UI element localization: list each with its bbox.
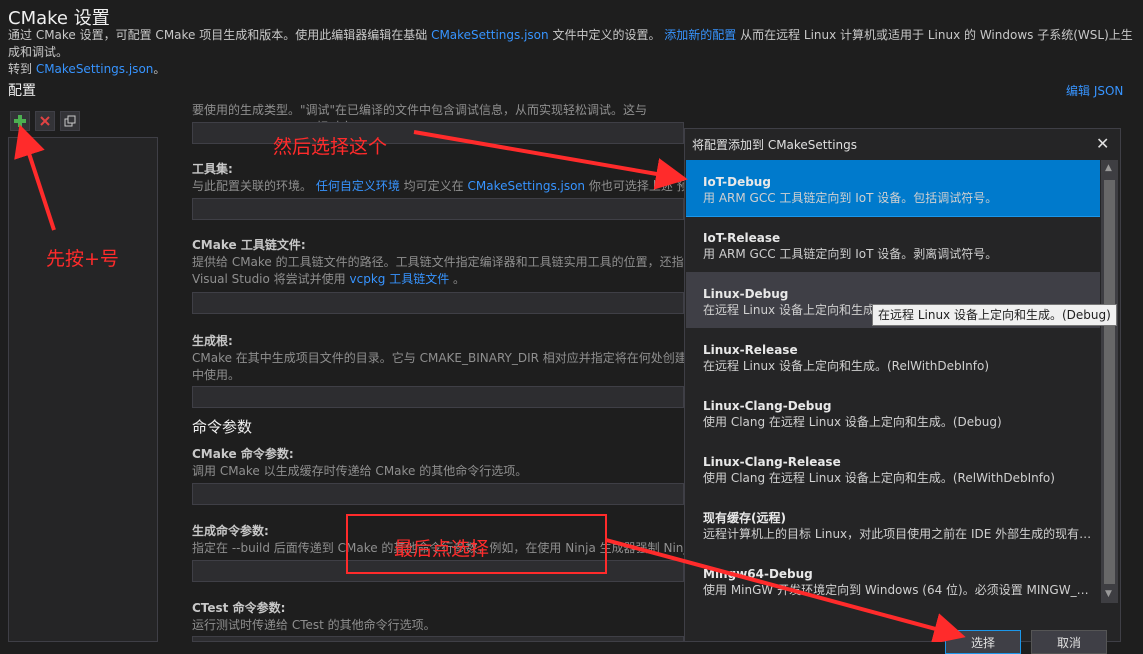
desc-text: 提供给 CMake 的工具链文件的路径。工具链文件指定编译器和工具链实用工具的位… bbox=[192, 255, 684, 269]
desc-text: 文件中定义的设置。 bbox=[548, 28, 665, 42]
item-name: Linux-Debug bbox=[703, 287, 789, 301]
item-name: Linux-Clang-Release bbox=[703, 455, 841, 469]
item-desc: 用 ARM GCC 工具链定向到 IoT 设备。剥离调试符号。 bbox=[703, 247, 998, 261]
annotation-step3: 最后点选择 bbox=[394, 538, 490, 560]
build-type-input[interactable] bbox=[192, 122, 684, 144]
item-desc: 用 ARM GCC 工具链定向到 IoT 设备。包括调试符号。 bbox=[703, 191, 998, 205]
add-config-button[interactable] bbox=[10, 111, 30, 131]
annotation-step1: 先按+号 bbox=[46, 248, 119, 270]
cmake-args-input[interactable] bbox=[192, 483, 684, 505]
item-name: Mingw64-Debug bbox=[703, 567, 813, 581]
ctest-args-label: CTest 命令参数: bbox=[192, 601, 286, 615]
select-button[interactable]: 选择 bbox=[945, 630, 1021, 654]
list-item-iot-debug[interactable]: IoT-Debug 用 ARM GCC 工具链定向到 IoT 设备。包括调试符号… bbox=[686, 160, 1100, 217]
command-args-section-title: 命令参数 bbox=[192, 418, 253, 436]
dialog-title: 将配置添加到 CMakeSettings bbox=[692, 138, 858, 152]
copy-icon bbox=[64, 115, 76, 127]
item-name: Linux-Clang-Debug bbox=[703, 399, 832, 413]
copy-config-button[interactable] bbox=[60, 111, 80, 131]
item-name: IoT-Debug bbox=[703, 175, 771, 189]
cmake-args-desc: 调用 CMake 以生成缓存时传递给 CMake 的其他命令行选项。 bbox=[192, 464, 528, 478]
item-name: Linux-Release bbox=[703, 343, 798, 357]
list-item-linux-clang-debug[interactable]: Linux-Clang-Debug 使用 Clang 在远程 Linux 设备上… bbox=[686, 384, 1100, 440]
desc-text: 均可定义在 bbox=[399, 179, 468, 193]
list-item-linux-release[interactable]: Linux-Release 在远程 Linux 设备上定向和生成。(RelWit… bbox=[686, 328, 1100, 384]
desc-text: 你也可选择上述 预 bbox=[585, 179, 684, 193]
desc-text: 。 bbox=[449, 272, 466, 286]
add-new-config-link[interactable]: 添加新的配置 bbox=[664, 28, 736, 42]
item-desc: 使用 Clang 在远程 Linux 设备上定向和生成。(RelWithDebI… bbox=[703, 471, 1055, 485]
item-desc: 使用 MinGW 开发环境定向到 Windows (64 位)。必须设置 MIN… bbox=[703, 583, 1093, 597]
item-name: 现有缓存(远程) bbox=[703, 511, 786, 525]
item-desc: 使用 Clang 在远程 Linux 设备上定向和生成。(Debug) bbox=[703, 415, 1002, 429]
item-desc: 在远程 Linux 设备上定向和生成。(RelWithDebInfo) bbox=[703, 359, 990, 373]
list-item-mingw64-debug[interactable]: Mingw64-Debug 使用 MinGW 开发环境定向到 Windows (… bbox=[686, 552, 1100, 603]
buildroot-input[interactable] bbox=[192, 386, 684, 408]
custom-env-link[interactable]: 任何自定义环境 bbox=[316, 179, 400, 193]
config-list[interactable] bbox=[8, 137, 158, 642]
item-name: IoT-Release bbox=[703, 231, 781, 245]
desc-text: 中使用。 bbox=[192, 368, 241, 382]
vcpkg-toolchain-link[interactable]: vcpkg 工具链文件 bbox=[350, 272, 450, 286]
delete-config-button[interactable] bbox=[35, 111, 55, 131]
toolchain-desc: 提供给 CMake 的工具链文件的路径。工具链文件指定编译器和工具链实用工具的位… bbox=[192, 254, 684, 288]
item-desc: 远程计算机上的目标 Linux，对此项目使用之前在 IDE 外部生成的现有缓存。 bbox=[703, 527, 1093, 541]
annotation-step2: 然后选择这个 bbox=[273, 136, 388, 158]
toolset-desc: 与此配置关联的环境。 任何自定义环境 均可定义在 CMakeSettings.j… bbox=[192, 178, 684, 195]
buildroot-label: 生成根: bbox=[192, 334, 233, 348]
scroll-up-icon[interactable]: ▲ bbox=[1105, 163, 1112, 173]
toolchain-input[interactable] bbox=[192, 292, 684, 314]
toolset-input[interactable] bbox=[192, 198, 684, 220]
ctest-args-desc: 运行测试时传递给 CTest 的其他命令行选项。 bbox=[192, 618, 436, 632]
ctest-args-input[interactable] bbox=[192, 636, 684, 642]
desc-text: 通过 CMake 设置，可配置 CMake 项目生成和版本。使用此编辑器编辑在基… bbox=[8, 28, 432, 42]
desc-text: 。 bbox=[153, 62, 166, 76]
config-section-title: 配置 bbox=[8, 83, 36, 99]
desc-text: Visual Studio 将尝试并使用 bbox=[192, 272, 350, 286]
toolset-label: 工具集: bbox=[192, 162, 233, 176]
list-item-linux-clang-release[interactable]: Linux-Clang-Release 使用 Clang 在远程 Linux 设… bbox=[686, 440, 1100, 496]
close-icon[interactable]: ✕ bbox=[1096, 134, 1109, 153]
buildroot-desc: CMake 在其中生成项目文件的目录。它与 CMAKE_BINARY_DIR 相… bbox=[192, 350, 684, 384]
plus-icon bbox=[14, 115, 26, 127]
x-icon bbox=[40, 116, 50, 126]
scroll-down-icon[interactable]: ▼ bbox=[1105, 589, 1112, 599]
scrollbar-thumb[interactable] bbox=[1104, 180, 1115, 584]
cmakesettings-link-1[interactable]: CMakeSettings.json bbox=[431, 28, 549, 42]
tooltip: 在远程 Linux 设备上定向和生成。(Debug) bbox=[872, 304, 1117, 326]
desc-text: 与此配置关联的环境。 bbox=[192, 179, 316, 193]
page-description: 通过 CMake 设置，可配置 CMake 项目生成和版本。使用此编辑器编辑在基… bbox=[8, 27, 1143, 78]
edit-json-link[interactable]: 编辑 JSON bbox=[1066, 82, 1123, 99]
build-args-label: 生成命令参数: bbox=[192, 524, 269, 538]
cancel-button[interactable]: 取消 bbox=[1031, 630, 1107, 654]
desc-text: CMake 在其中生成项目文件的目录。它与 CMAKE_BINARY_DIR 相… bbox=[192, 351, 684, 365]
cmake-args-label: CMake 命令参数: bbox=[192, 447, 294, 461]
cmakesettings-link-2[interactable]: CMakeSettings.json bbox=[36, 62, 154, 76]
cmakesettings-link-3[interactable]: CMakeSettings.json bbox=[467, 179, 585, 193]
toolchain-label: CMake 工具链文件: bbox=[192, 238, 306, 252]
desc-text: 转到 bbox=[8, 62, 36, 76]
list-item-existing-cache-remote[interactable]: 现有缓存(远程) 远程计算机上的目标 Linux，对此项目使用之前在 IDE 外… bbox=[686, 496, 1100, 552]
config-template-list[interactable]: IoT-Debug 用 ARM GCC 工具链定向到 IoT 设备。包括调试符号… bbox=[686, 160, 1100, 603]
list-item-iot-release[interactable]: IoT-Release 用 ARM GCC 工具链定向到 IoT 设备。剥离调试… bbox=[686, 216, 1100, 272]
